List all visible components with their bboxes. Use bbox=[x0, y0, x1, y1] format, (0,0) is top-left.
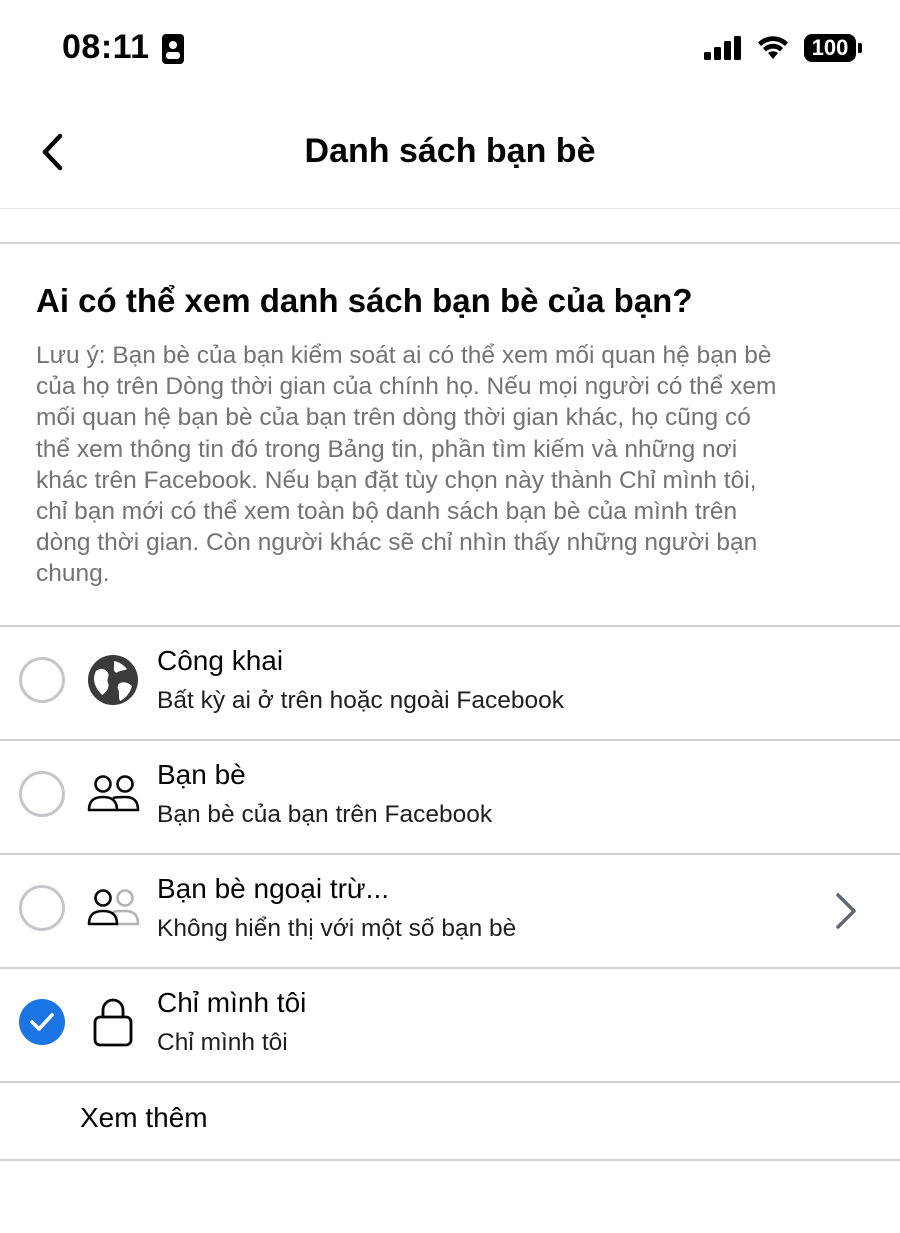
battery-icon: 100 bbox=[804, 34, 862, 62]
radio-button-checked[interactable] bbox=[19, 999, 65, 1045]
list-divider bbox=[0, 1081, 900, 1083]
list-divider bbox=[0, 1159, 900, 1161]
cellular-signal-icon bbox=[704, 36, 741, 60]
status-right: 100 bbox=[704, 34, 862, 62]
note-line: dòng thời gian. Còn người khác sẽ chỉ nh… bbox=[36, 529, 758, 557]
note-line: khác trên Facebook. Nếu bạn đặt tùy chọn… bbox=[36, 466, 757, 494]
lock-icon bbox=[84, 993, 142, 1051]
option-friends[interactable]: Bạn bè Bạn bè của bạn trên Facebook bbox=[0, 741, 900, 853]
radio-button[interactable] bbox=[19, 885, 65, 931]
option-label: Bạn bè bbox=[157, 759, 246, 790]
page-title: Danh sách bạn bè bbox=[304, 132, 596, 170]
friends-except-icon bbox=[84, 879, 142, 937]
radio-button[interactable] bbox=[19, 657, 65, 703]
option-description: Không hiển thị với một số bạn bè bbox=[157, 915, 517, 942]
globe-icon bbox=[84, 651, 142, 709]
section-note: Lưu ý: Bạn bè của bạn kiểm soát ai có th… bbox=[36, 340, 866, 590]
see-more-button[interactable]: Xem thêm bbox=[80, 1102, 208, 1134]
option-description: Chỉ mình tôi bbox=[157, 1029, 288, 1056]
status-time: 08:11 bbox=[62, 28, 150, 66]
note-line: mối quan hệ bạn bè của bạn trên dòng thờ… bbox=[36, 404, 751, 432]
note-line: chung. bbox=[36, 560, 110, 588]
wifi-icon bbox=[758, 36, 788, 59]
radio-button[interactable] bbox=[19, 771, 65, 817]
option-description: Bạn bè của bạn trên Facebook bbox=[157, 801, 493, 828]
option-public[interactable]: Công khai Bất kỳ ai ở trên hoặc ngoài Fa… bbox=[0, 627, 900, 739]
option-description: Bất kỳ ai ở trên hoặc ngoài Facebook bbox=[157, 687, 564, 714]
note-line: của họ trên Dòng thời gian của chính họ.… bbox=[36, 373, 777, 401]
checkmark-icon bbox=[30, 1013, 54, 1031]
section-title: Ai có thể xem danh sách bạn bè của bạn? bbox=[36, 282, 693, 319]
status-bar: 08:11 100 bbox=[0, 0, 900, 100]
note-line: chỉ bạn mới có thể xem toàn bộ danh sách… bbox=[36, 498, 738, 526]
option-label: Bạn bè ngoại trừ... bbox=[157, 873, 389, 904]
navbar: Danh sách bạn bè bbox=[0, 100, 900, 209]
note-line: thể xem thông tin đó trong Bảng tin, phầ… bbox=[36, 435, 738, 463]
note-line: Lưu ý: Bạn bè của bạn kiểm soát ai có th… bbox=[36, 342, 772, 369]
option-friends-except[interactable]: Bạn bè ngoại trừ... Không hiển thị với m… bbox=[0, 855, 900, 967]
option-label: Công khai bbox=[157, 645, 284, 676]
section-divider bbox=[0, 242, 900, 244]
option-only-me[interactable]: Chỉ mình tôi Chỉ mình tôi bbox=[0, 969, 900, 1081]
id-card-icon bbox=[162, 34, 184, 64]
chevron-right-icon[interactable] bbox=[830, 891, 860, 931]
friends-icon bbox=[84, 765, 142, 823]
battery-level: 100 bbox=[811, 35, 849, 60]
option-label: Chỉ mình tôi bbox=[157, 987, 307, 1018]
